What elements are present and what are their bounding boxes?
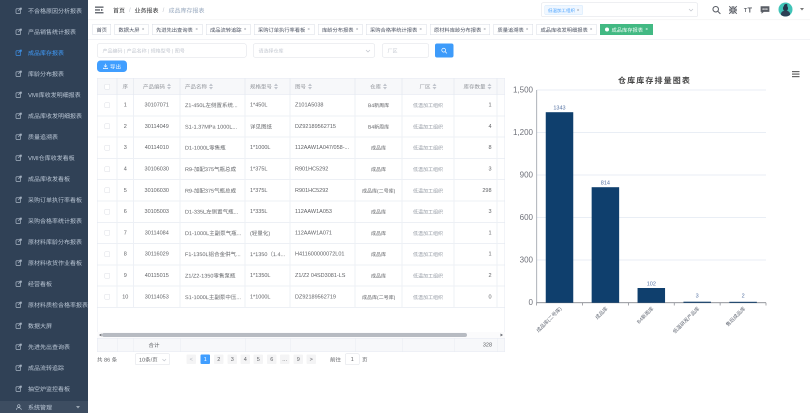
svg-text:102: 102: [647, 281, 656, 287]
svg-text:2: 2: [742, 293, 745, 299]
svg-text:1,500: 1,500: [513, 86, 534, 95]
svg-text:900: 900: [520, 171, 534, 180]
svg-text:600: 600: [520, 213, 534, 222]
svg-text:1343: 1343: [553, 105, 565, 111]
svg-text:0: 0: [529, 298, 534, 307]
svg-text:3: 3: [696, 293, 699, 299]
svg-text:1,200: 1,200: [513, 128, 534, 137]
svg-text:300: 300: [520, 256, 534, 265]
svg-text:814: 814: [601, 180, 610, 186]
